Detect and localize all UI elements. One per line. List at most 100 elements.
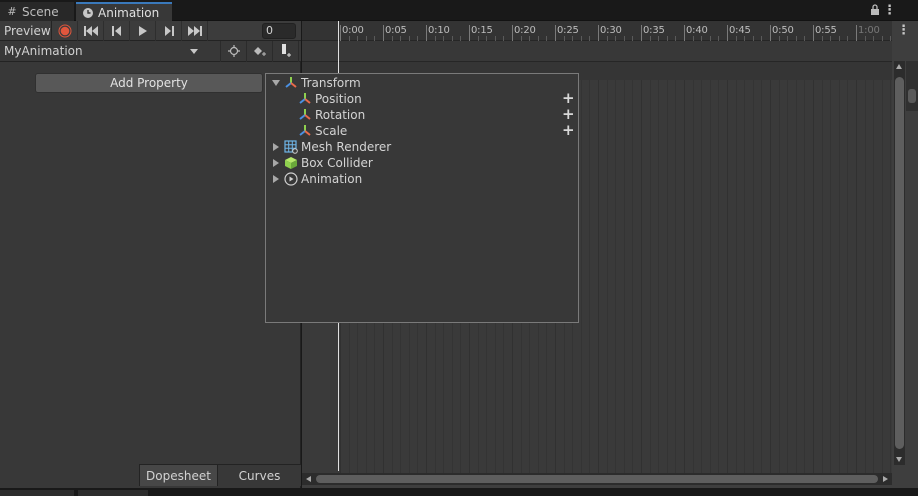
next-keyframe-button[interactable]: [156, 20, 182, 41]
tab-animation[interactable]: Animation: [76, 2, 172, 21]
ruler-label: 0:35: [643, 25, 665, 36]
grid-line: [649, 80, 651, 473]
grid-line: [881, 80, 883, 473]
grid-line: [666, 80, 668, 473]
event-track[interactable]: [302, 41, 892, 62]
footer-tab[interactable]: [0, 490, 74, 496]
first-keyframe-button[interactable]: [78, 20, 104, 41]
animation-icon: [284, 172, 298, 186]
clock-icon: [82, 7, 94, 19]
grid-line: [830, 80, 832, 473]
step-back-icon: [111, 25, 121, 36]
play-button[interactable]: [130, 20, 156, 41]
add-property-popup: Transform Position + Rotation + Scale + …: [265, 73, 579, 323]
box-collider-icon: [285, 157, 297, 169]
record-icon: [58, 24, 71, 37]
lock-icon[interactable]: [870, 4, 880, 16]
grid-line: [804, 80, 806, 473]
skip-to-start-icon: [83, 25, 98, 36]
tree-item-mesh-renderer[interactable]: Mesh Renderer: [266, 139, 578, 155]
grid-line: [606, 80, 608, 473]
ruler-major-tick: [426, 25, 427, 41]
ruler-label: 1:00: [858, 25, 880, 36]
time-ruler[interactable]: 0:00 0:05 0:10 0:15 0:20 0:25 0:30 0:35 0:40 0:45…: [302, 21, 892, 41]
add-property-button[interactable]: Add Property: [35, 73, 263, 93]
ruler-major-tick: [770, 25, 771, 41]
grid-line: [615, 80, 617, 473]
scroll-right-icon[interactable]: [883, 476, 888, 482]
ruler-label: 0:10: [428, 25, 450, 36]
frame-number-field[interactable]: 0: [262, 23, 296, 39]
grid-line: [873, 80, 875, 473]
scroll-left-icon[interactable]: [306, 476, 311, 482]
clip-name: MyAnimation: [4, 44, 83, 58]
zoom-handle[interactable]: [908, 89, 916, 103]
ruler-label: 0:50: [772, 25, 794, 36]
add-keyframe-button[interactable]: [247, 40, 273, 62]
add-scale-icon[interactable]: +: [562, 123, 575, 139]
footer-tab[interactable]: [78, 490, 148, 496]
animation-hierarchy-pane: Preview 0 MyAnimation Add Property Dopes…: [0, 20, 301, 496]
grid-line: [589, 80, 591, 473]
step-forward-icon: [164, 25, 174, 36]
grid-line: [692, 80, 694, 473]
grid-line: [795, 80, 797, 473]
add-event-button[interactable]: [273, 40, 299, 62]
grid-line: [864, 80, 866, 473]
tab-animation-label: Animation: [98, 5, 160, 20]
expand-arrow-icon[interactable]: [273, 175, 279, 183]
ruler-major-tick: [727, 25, 728, 41]
tab-menu-kebab-icon[interactable]: ⋮: [883, 3, 896, 18]
ruler-major-tick: [813, 25, 814, 41]
scroll-down-icon[interactable]: [896, 457, 902, 462]
horizontal-scrollbar[interactable]: [302, 473, 892, 485]
clip-selector-dropdown[interactable]: MyAnimation: [0, 40, 221, 62]
transform-icon: [299, 125, 311, 136]
tree-item-label: Box Collider: [301, 156, 373, 170]
horizontal-scroll-thumb[interactable]: [316, 475, 878, 483]
last-keyframe-button[interactable]: [182, 20, 208, 41]
grid-line: [813, 80, 814, 473]
mesh-renderer-icon: [284, 140, 298, 154]
tree-item-position[interactable]: Position +: [266, 91, 578, 107]
filter-by-selection-button[interactable]: [221, 40, 247, 62]
clip-toolbar: MyAnimation: [0, 40, 301, 62]
vertical-scroll-thumb[interactable]: [895, 77, 904, 449]
tree-item-label: Rotation: [315, 108, 366, 122]
tab-scene[interactable]: # Scene: [0, 2, 74, 21]
tree-item-rotation[interactable]: Rotation +: [266, 107, 578, 123]
ruler-major-tick: [512, 25, 513, 41]
ruler-label: 0:25: [557, 25, 579, 36]
expand-arrow-icon[interactable]: [273, 143, 279, 151]
timeline-menu-kebab-icon[interactable]: ⋮: [897, 23, 910, 38]
ruler-label: 0:55: [815, 25, 837, 36]
record-button[interactable]: [52, 20, 78, 41]
tab-scene-label: Scene: [22, 4, 59, 19]
grid-line: [658, 80, 660, 473]
grid-line: [856, 80, 857, 473]
add-keyframe-icon: [253, 47, 266, 56]
tab-dopesheet[interactable]: Dopesheet: [139, 464, 217, 486]
ruler-label: 0:00: [342, 25, 364, 36]
grid-line: [838, 80, 840, 473]
ruler-label: 0:05: [385, 25, 407, 36]
ruler-major-tick: [684, 25, 685, 41]
tree-item-scale[interactable]: Scale +: [266, 123, 578, 139]
expand-arrow-icon[interactable]: [272, 80, 280, 86]
vertical-scrollbar[interactable]: [894, 61, 905, 465]
expand-arrow-icon[interactable]: [273, 159, 279, 167]
zoom-strip[interactable]: [906, 61, 918, 111]
tree-item-animation[interactable]: Animation: [266, 171, 578, 187]
previous-keyframe-button[interactable]: [104, 20, 130, 41]
tree-item-box-collider[interactable]: Box Collider: [266, 155, 578, 171]
preview-toggle[interactable]: Preview: [0, 20, 52, 41]
view-mode-tabs: Dopesheet Curves: [139, 464, 301, 486]
grid-line: [761, 80, 763, 473]
scroll-up-icon[interactable]: [896, 64, 902, 69]
transform-icon: [299, 93, 311, 104]
tree-item-label: Mesh Renderer: [301, 140, 392, 154]
tree-item-transform[interactable]: Transform: [266, 75, 578, 91]
tab-curves[interactable]: Curves: [217, 464, 301, 486]
grid-line: [623, 80, 625, 473]
playback-toolbar: Preview 0: [0, 20, 301, 41]
